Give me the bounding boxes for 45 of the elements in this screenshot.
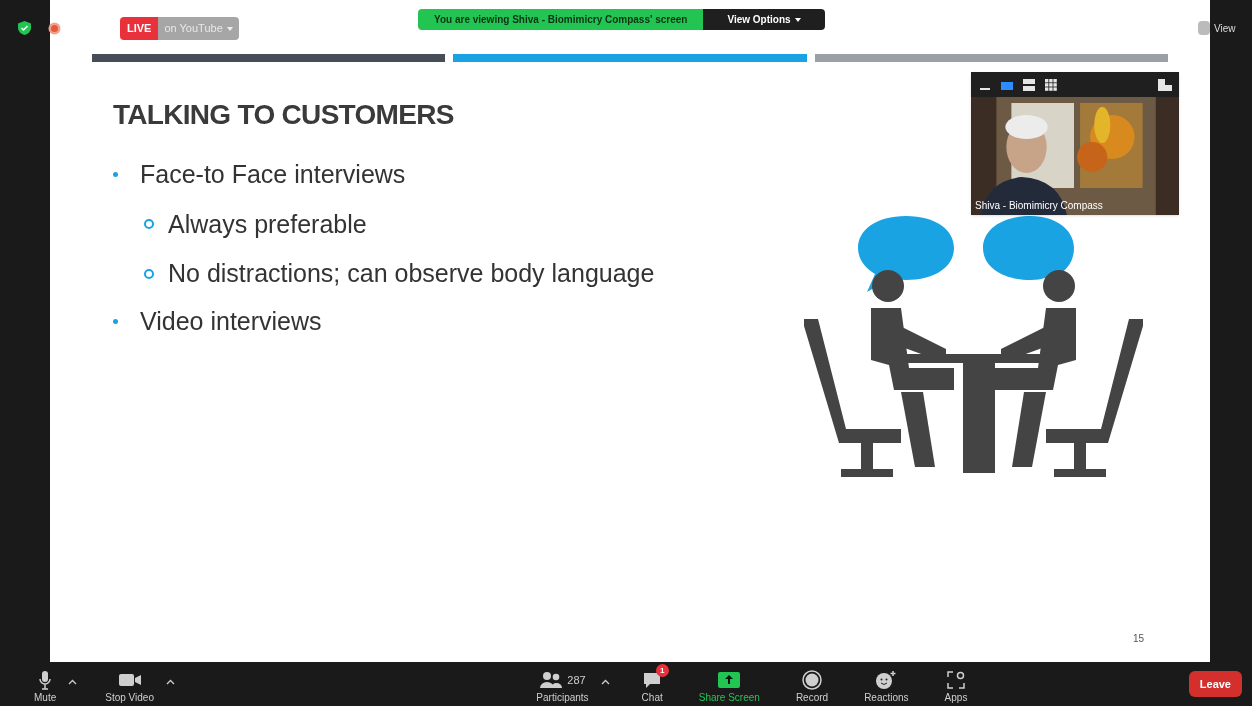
- share-screen-icon: [718, 672, 741, 688]
- toolbar-button[interactable]: Share Screen: [694, 662, 764, 706]
- toolbar-button[interactable]: Record: [791, 662, 833, 706]
- toolbar-button[interactable]: 287 Participants: [532, 662, 593, 706]
- hollow-bullet-icon: [144, 268, 154, 279]
- pop-out-icon[interactable]: [1158, 78, 1172, 91]
- smiley-icon: [875, 670, 898, 690]
- chat-bubble-icon: [642, 671, 663, 689]
- participant-name: Shiva - Biomimicry Compass: [975, 199, 1103, 213]
- people-icon: [539, 671, 564, 689]
- view-button[interactable]: View: [1198, 18, 1236, 38]
- layout-grid-icon[interactable]: [1045, 78, 1057, 91]
- microphone-icon: [38, 670, 53, 690]
- recording-icon: [48, 22, 61, 35]
- bullet-icon: [113, 318, 118, 324]
- bullet-icon: [113, 172, 118, 178]
- bullet-text: Video interviews: [140, 305, 322, 337]
- viewing-banner: You are viewing Shiva - Biomimicry Compass' screen: [418, 9, 704, 30]
- hollow-bullet-icon: [144, 219, 154, 230]
- video-camera-icon: [117, 672, 142, 688]
- caret-icon: [794, 17, 801, 22]
- layout-stack-icon[interactable]: [1023, 78, 1035, 91]
- toolbar-button[interactable]: Reactions: [860, 662, 913, 706]
- record-icon: [802, 670, 822, 690]
- caret-icon[interactable]: [600, 679, 610, 685]
- caret-icon: [226, 26, 233, 31]
- notification-badge: 1: [655, 664, 669, 677]
- layout-speaker-icon[interactable]: [1001, 81, 1013, 90]
- view-options-button[interactable]: View Options: [703, 9, 825, 30]
- toolbar-button[interactable]: Apps: [940, 662, 972, 706]
- sub-bullet-text: No distractions; can observe body language: [168, 258, 655, 289]
- page-number: 15: [1132, 632, 1144, 646]
- toolbar-button[interactable]: Stop Video: [101, 662, 158, 706]
- toolbar-button[interactable]: Mute: [30, 662, 61, 706]
- sub-bullet-text: Always preferable: [168, 208, 367, 240]
- security-shield-icon[interactable]: [18, 21, 31, 35]
- bullet-text: Face-to Face interviews: [140, 159, 406, 190]
- apps-icon: [947, 671, 965, 689]
- caret-icon[interactable]: [166, 679, 175, 685]
- layout-minimize-icon[interactable]: [980, 87, 990, 90]
- participant-count: 287: [567, 672, 586, 688]
- caret-icon[interactable]: [68, 679, 78, 685]
- slide-title: TALKING TO CUSTOMERS: [113, 98, 455, 132]
- toolbar-button[interactable]: Chat 1: [637, 662, 667, 706]
- leave-button[interactable]: Leave: [1188, 670, 1242, 698]
